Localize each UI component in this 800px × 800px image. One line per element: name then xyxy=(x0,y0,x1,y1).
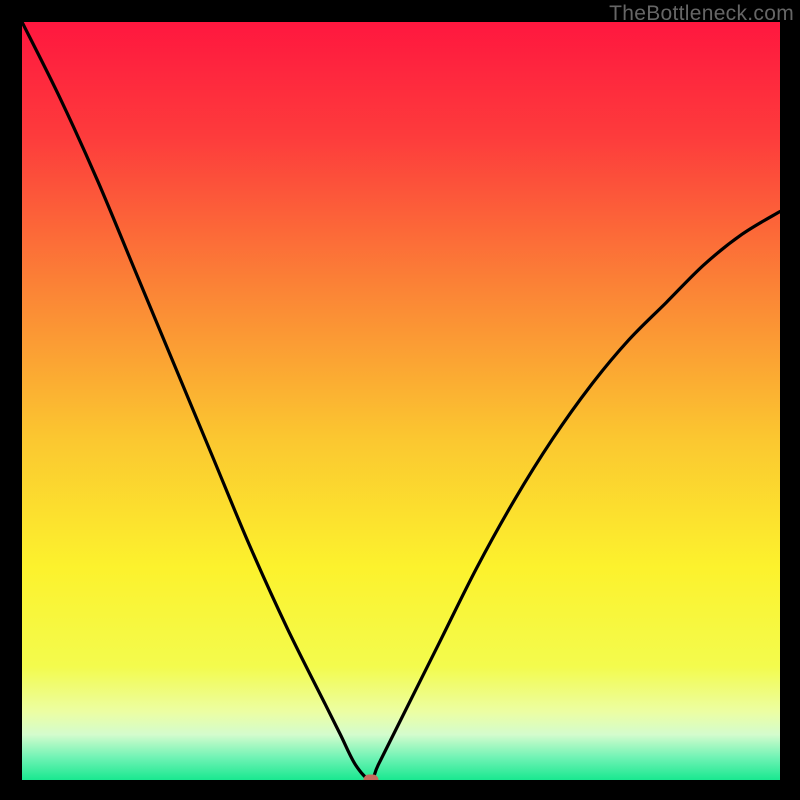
chart-container: TheBottleneck.com xyxy=(0,0,800,800)
curve-line xyxy=(22,22,780,780)
plot-area xyxy=(22,22,780,780)
marker-point xyxy=(363,775,378,781)
watermark-text: TheBottleneck.com xyxy=(609,2,794,26)
